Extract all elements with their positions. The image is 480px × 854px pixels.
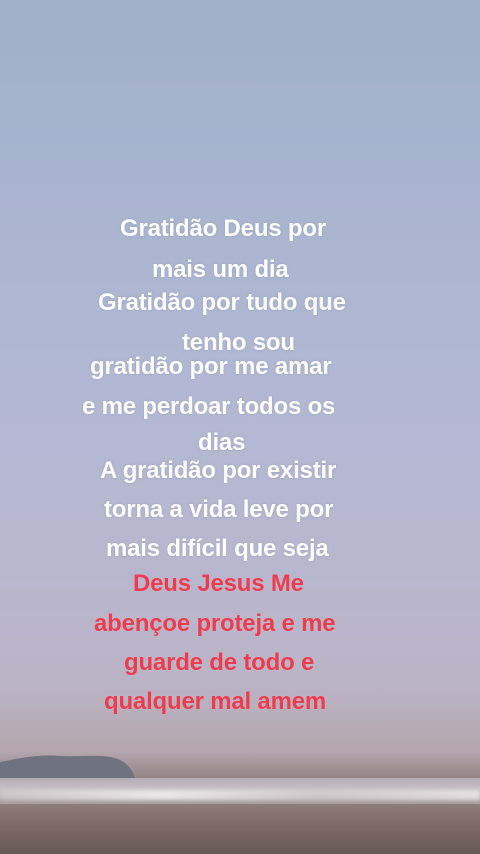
background-photo [0, 0, 480, 854]
message-line-10: mais difícil que seja [106, 535, 329, 562]
message-line-2: mais um dia [152, 256, 289, 283]
blessing-line-2: abençoe proteja e me [94, 610, 336, 637]
beach-sand [0, 804, 480, 854]
island-silhouette [0, 755, 135, 780]
message-line-6: e me perdoar todos os [82, 393, 336, 420]
message-line-9: torna a vida leve por [104, 496, 334, 523]
message-line-3: Gratidão por tudo que [98, 289, 346, 316]
blessing-line-4: qualquer mal amem [104, 688, 327, 715]
message-line-5: gratidão por me amar [90, 353, 332, 380]
message-line-1: Gratidão Deus por [120, 215, 326, 242]
wave-foam [0, 790, 480, 800]
message-line-7: dias [198, 429, 246, 456]
message-line-8: A gratidão por existir [100, 457, 337, 484]
blessing-line-3: guarde de todo e [124, 649, 315, 676]
blessing-line-1: Deus Jesus Me [133, 570, 304, 597]
